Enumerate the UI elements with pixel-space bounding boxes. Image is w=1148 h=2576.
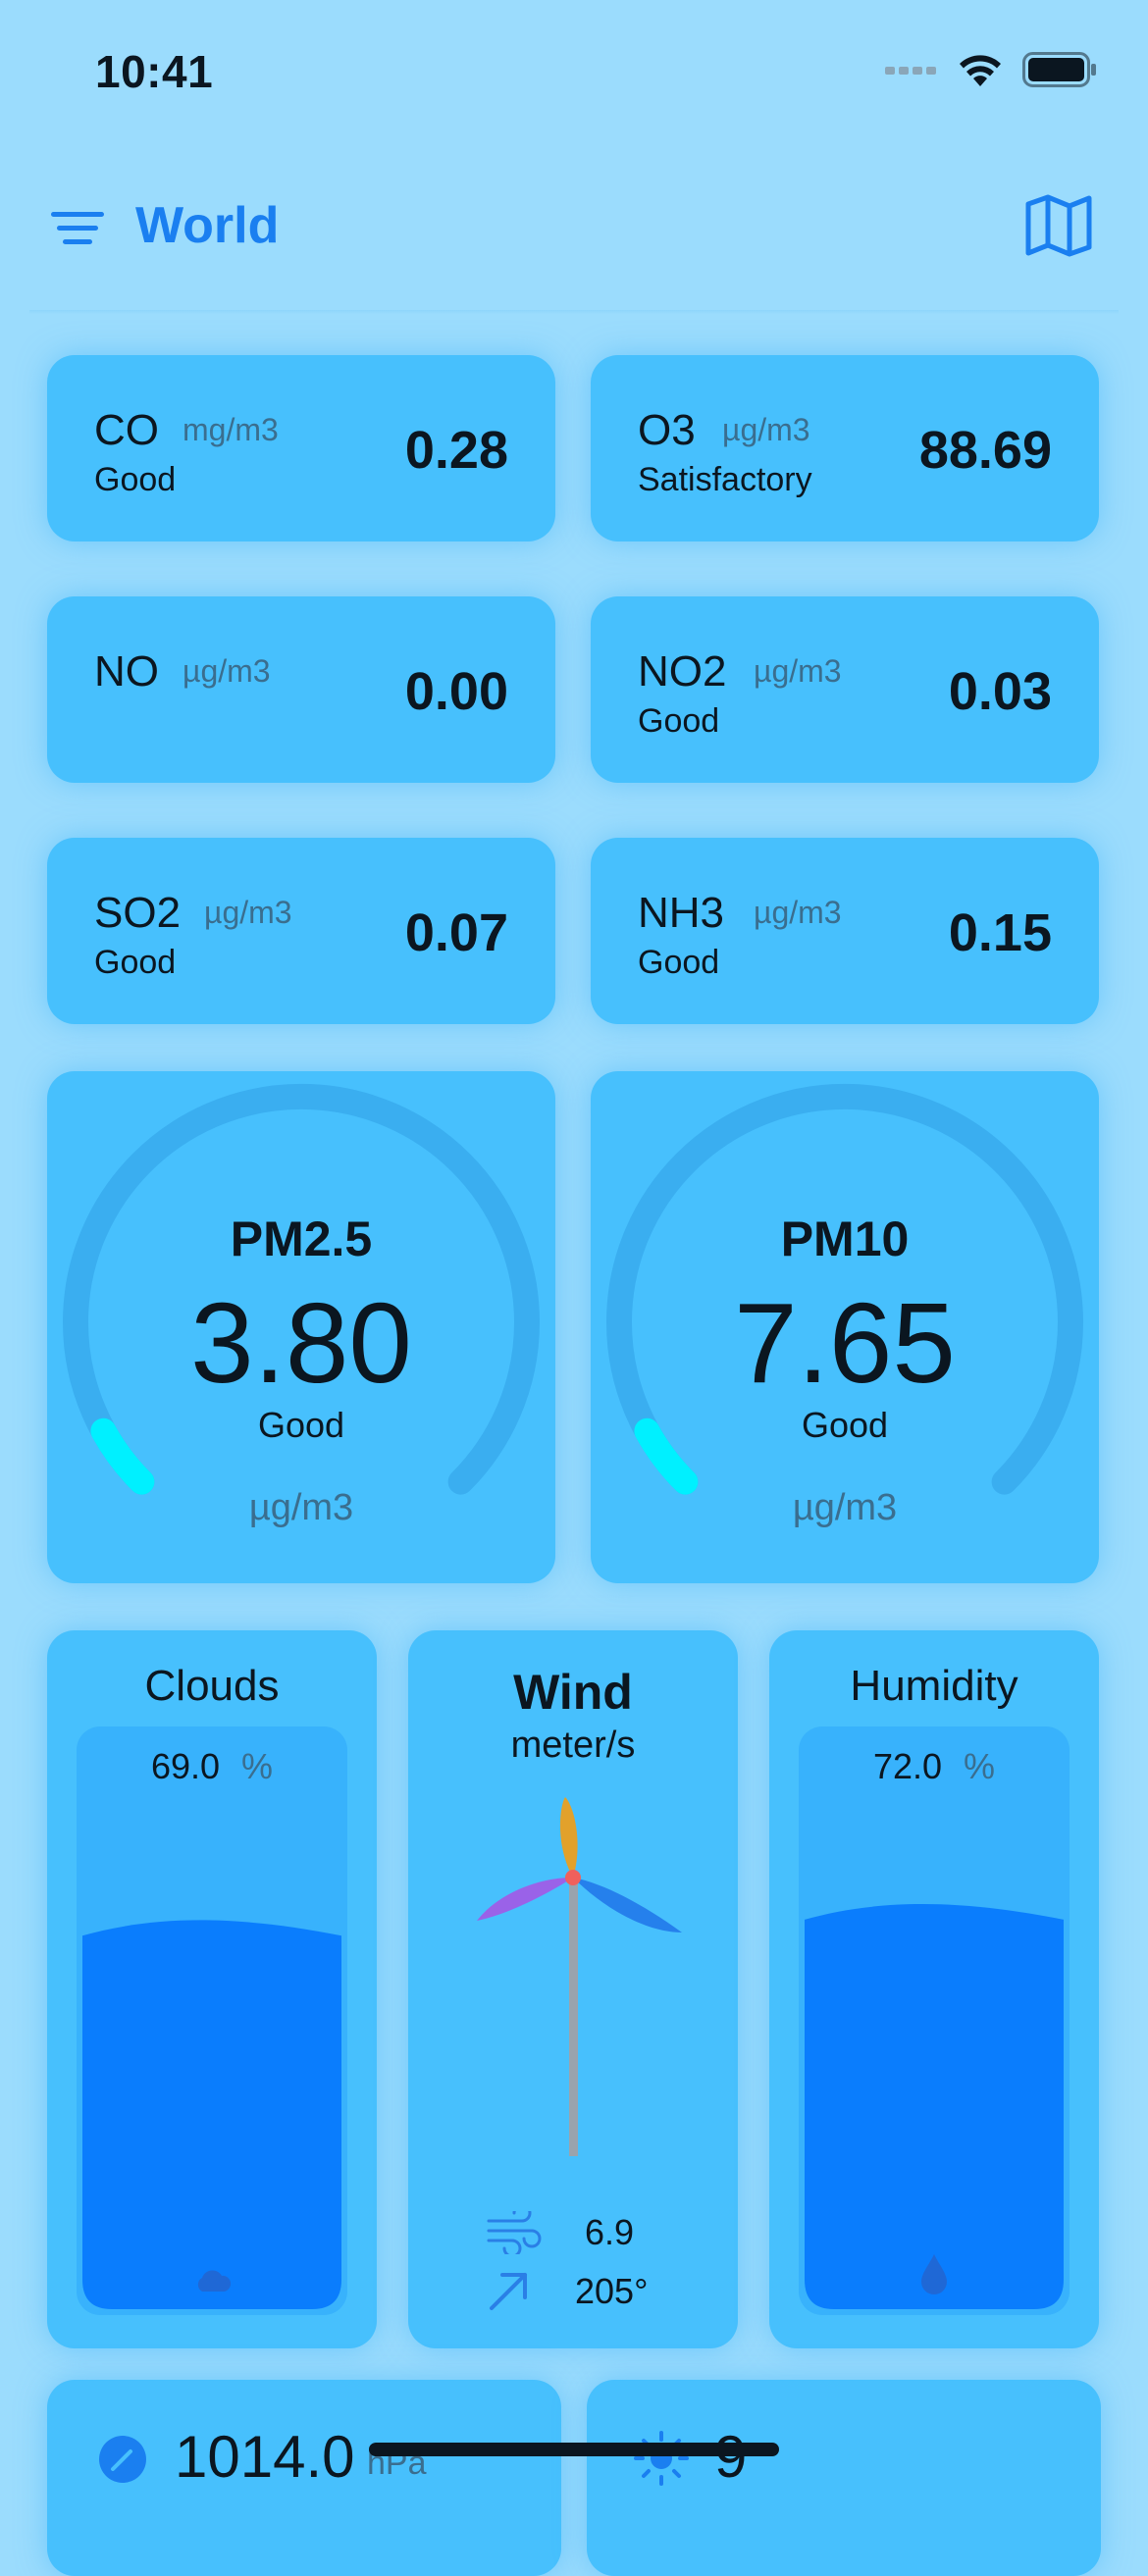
wind-speed: 6.9	[585, 2212, 635, 2252]
pressure-gauge-icon	[99, 2436, 146, 2483]
gas-value: 0.28	[404, 421, 508, 480]
gas-status: Good	[638, 944, 720, 981]
gas-card-so2[interactable]: SO2 µg/m3 Good 0.07	[47, 838, 555, 1024]
gas-card-no[interactable]: NO µg/m3 0.00	[47, 596, 555, 783]
water-drop-icon	[921, 2254, 947, 2294]
humidity-tank: 72.0%	[799, 1726, 1070, 2315]
humidity-water	[805, 1904, 1064, 2309]
uv-value: 9	[714, 2424, 748, 2490]
gas-status: Satisfactory	[638, 461, 812, 498]
gas-status: Good	[94, 461, 177, 498]
pm25-label: PM2.5	[230, 1211, 373, 1266]
gas-card-nh3[interactable]: NH3 µg/m3 Good 0.15	[591, 838, 1099, 1024]
map-icon[interactable]	[1024, 194, 1093, 257]
pm10-label: PM10	[780, 1211, 910, 1266]
humidity-card[interactable]: Humidity 72.0%	[769, 1630, 1099, 2348]
wifi-icon	[960, 55, 1001, 86]
wind-title: Wind	[513, 1665, 633, 1720]
gas-card-no2[interactable]: NO2 µg/m3 Good 0.03	[591, 596, 1099, 783]
pm25-card[interactable]: PM2.5 3.80 Good µg/m3	[47, 1071, 555, 1583]
pm10-unit: µg/m3	[792, 1487, 898, 1528]
gas-value: 0.00	[404, 662, 508, 721]
pm25-unit: µg/m3	[248, 1487, 354, 1528]
humidity-title: Humidity	[850, 1662, 1018, 1710]
gas-card-co[interactable]: CO mg/m3 Good 0.28	[47, 355, 555, 541]
humidity-unit: %	[964, 1746, 996, 1786]
gas-unit: mg/m3	[183, 412, 279, 447]
gas-value: 0.15	[948, 903, 1052, 962]
gas-name: NH3	[638, 889, 725, 937]
clouds-value: 69.0	[150, 1746, 221, 1786]
wind-card[interactable]: Wind meter/s 6.9 205°	[408, 1630, 738, 2348]
home-indicator[interactable]	[369, 2443, 779, 2456]
uv-card[interactable]: 9	[587, 2380, 1101, 2576]
clouds-card[interactable]: Clouds 69.0%	[47, 1630, 377, 2348]
wind-direction: 205°	[575, 2271, 649, 2311]
clouds-title: Clouds	[144, 1662, 280, 1710]
humidity-value: 72.0	[872, 1746, 943, 1786]
gas-name: SO2	[94, 889, 182, 937]
gas-unit: µg/m3	[722, 412, 810, 447]
clouds-water	[82, 1920, 341, 2309]
pm10-status: Good	[801, 1405, 889, 1445]
gas-card-o3[interactable]: O3 µg/m3 Satisfactory 88.69	[591, 355, 1099, 541]
pm25-value: 3.80	[190, 1279, 412, 1407]
gas-name: CO	[94, 406, 159, 454]
gas-unit: µg/m3	[183, 653, 271, 689]
status-icons	[885, 51, 1097, 88]
wind-turbine-icon	[477, 1797, 682, 2156]
pm10-card[interactable]: PM10 7.65 Good µg/m3	[591, 1071, 1099, 1583]
clouds-unit: %	[241, 1746, 274, 1786]
nav-divider	[29, 310, 1119, 314]
menu-icon[interactable]	[51, 208, 104, 247]
nav-title[interactable]: World	[135, 196, 279, 255]
status-time: 10:41	[95, 46, 214, 97]
gas-value: 0.03	[948, 662, 1052, 721]
gas-name: O3	[638, 406, 696, 454]
gas-value: 0.07	[404, 903, 508, 962]
battery-icon	[1022, 52, 1096, 87]
gas-name: NO2	[638, 647, 727, 696]
signal-icon	[885, 67, 936, 75]
sun-icon	[634, 2431, 689, 2486]
cloud-icon	[197, 2270, 232, 2292]
pressure-value: 1014.0	[175, 2424, 355, 2490]
gas-unit: µg/m3	[204, 895, 292, 930]
pm10-value: 7.65	[734, 1279, 956, 1407]
pressure-card[interactable]: 1014.0 hPa	[47, 2380, 561, 2576]
gas-name: NO	[94, 647, 159, 696]
wind-direction-arrow-icon	[490, 2273, 527, 2310]
gas-status: Good	[638, 702, 720, 740]
pm25-status: Good	[257, 1405, 345, 1445]
gas-unit: µg/m3	[754, 653, 842, 689]
wind-unit: meter/s	[510, 1725, 636, 1766]
gas-unit: µg/m3	[754, 895, 842, 930]
clouds-tank: 69.0%	[77, 1726, 347, 2315]
wind-icon	[487, 2211, 542, 2254]
gas-value: 88.69	[918, 421, 1052, 480]
gas-status: Good	[94, 944, 177, 981]
